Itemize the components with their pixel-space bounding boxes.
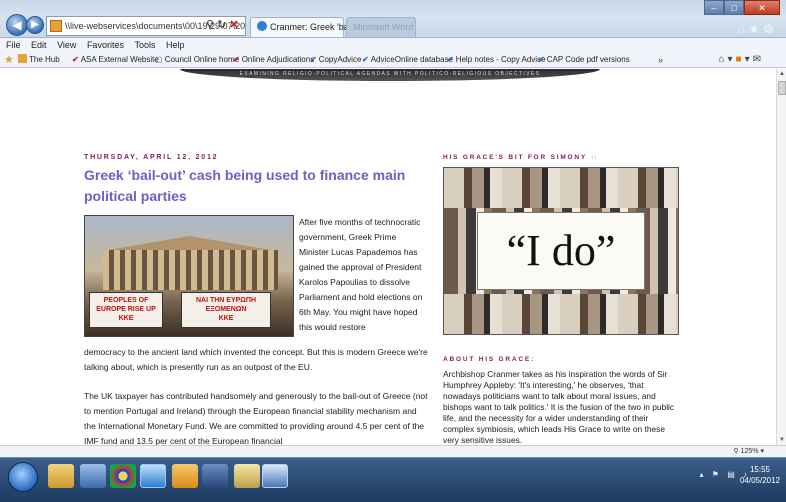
- zoom-icon: ⚲: [733, 448, 739, 455]
- protest-banner-left: PEOPLES OF EUROPE RISE UP KKE: [89, 292, 163, 328]
- fav-council-online[interactable]: ▢ Council Online home: [155, 52, 239, 67]
- post-date: THURSDAY, APRIL 12, 2012: [84, 154, 219, 161]
- minimize-button[interactable]: –: [704, 0, 724, 15]
- clock-time: 15:55: [749, 465, 770, 474]
- favorites-star-icon[interactable]: ★: [4, 53, 14, 67]
- acropolis-protest-photo: PEOPLES OF EUROPE RISE UP KKE ΝΑΙ ΤΗΝ ΕΥ…: [84, 215, 294, 337]
- clock-date: 04/05/2012: [739, 476, 780, 485]
- rss-icon[interactable]: ■: [736, 54, 745, 65]
- menu-file[interactable]: File: [6, 40, 21, 50]
- temple-columns: [103, 250, 278, 290]
- fav-copyadvice[interactable]: ✔ CopyAdvice: [310, 52, 361, 67]
- protest-banner-right: ΝΑΙ ΤΗΝ ΕΥΡΩΠΗ ΕΞΟΜΕΝΩΝ KKE: [181, 292, 271, 328]
- taskbar-clock[interactable]: 15:55 04/05/2012: [740, 464, 780, 486]
- sidebar-heading-simony: HIS GRACE'S BIT FOR SIMONY ↑↓: [443, 154, 598, 161]
- tab-microsoft-word[interactable]: Microsoft Word: [346, 17, 416, 37]
- tray-arrow-icon[interactable]: ▴: [700, 470, 707, 479]
- temple-roof: [108, 236, 271, 250]
- tick-icon: ✔: [538, 55, 545, 64]
- browser-titlebar: ◀ ▶ \\live-webservices\documents\00\19\2…: [0, 0, 786, 38]
- tick-icon: ✔: [362, 55, 369, 64]
- menu-favorites[interactable]: Favorites: [87, 40, 124, 50]
- wedding-collage-image[interactable]: “I do”: [443, 167, 679, 335]
- flag-icon[interactable]: ⚑: [712, 470, 722, 479]
- menu-view[interactable]: View: [57, 40, 76, 50]
- scroll-thumb[interactable]: [778, 81, 786, 95]
- tick-icon: ✔: [233, 55, 240, 64]
- page-icon: [50, 20, 62, 32]
- post-title[interactable]: Greek ‘bail-out’ cash being used to fina…: [84, 165, 424, 207]
- fav-asa-external[interactable]: ✔ ASA External Website: [72, 52, 159, 67]
- sort-arrows-icon[interactable]: ↑↓: [591, 154, 598, 161]
- network-icon[interactable]: ▤: [727, 470, 738, 479]
- chevron-right-icon[interactable]: »: [658, 52, 663, 67]
- scroll-down-icon[interactable]: ▼: [778, 435, 786, 445]
- hub-icon: [18, 54, 27, 63]
- fav-adviceonline-database[interactable]: ✔ AdviceOnline database: [362, 52, 453, 67]
- tick-icon: ✔: [72, 55, 79, 64]
- media-player-icon[interactable]: [80, 464, 106, 488]
- ie-icon: [257, 21, 267, 31]
- command-bar-icons: ⌂▾■▾✉: [718, 54, 764, 65]
- tab-label: Microsoft Word: [353, 22, 414, 32]
- chrome-icon[interactable]: [110, 464, 136, 488]
- explorer-icon[interactable]: [48, 464, 74, 488]
- browser-tool-icons: ⌂★⚙: [737, 22, 778, 36]
- menu-edit[interactable]: Edit: [31, 40, 47, 50]
- paw-app-icon[interactable]: [202, 464, 228, 488]
- blog-banner: EXAMINING RELIGIO-POLITICAL AGENDAS WITH…: [180, 69, 600, 81]
- maximize-button[interactable]: □: [724, 0, 744, 15]
- favorites-bar: ★ The Hub ✔ ASA External Website ▢ Counci…: [0, 52, 786, 68]
- address-tools: ⚲ ↻ ✕: [206, 18, 239, 31]
- close-button[interactable]: ✕: [744, 0, 780, 15]
- forward-button[interactable]: ▶: [26, 16, 44, 34]
- windows-taskbar: ▴ ⚑ ▤ ♪ 15:55 04/05/2012: [0, 457, 786, 502]
- stop-icon[interactable]: ✕: [229, 19, 238, 31]
- fav-help-notes[interactable]: ✔ Help notes - Copy Advice: [447, 52, 546, 67]
- about-his-grace-text: Archbishop Cranmer takes as his inspirat…: [443, 369, 675, 445]
- fav-cap-code[interactable]: ✔ CAP Code pdf versions: [538, 52, 630, 67]
- menu-help[interactable]: Help: [166, 40, 185, 50]
- post-paragraph-continued: democracy to the ancient land which inve…: [84, 347, 428, 372]
- scroll-up-icon[interactable]: ▲: [778, 69, 786, 79]
- ie-taskbar-icon[interactable]: [140, 464, 166, 488]
- notes-icon[interactable]: [234, 464, 260, 488]
- window-controls: – □ ✕: [704, 0, 780, 16]
- menu-tools[interactable]: Tools: [134, 40, 155, 50]
- post-paragraph-2: The UK taxpayer has contributed handsome…: [84, 391, 428, 445]
- word-icon[interactable]: [262, 464, 288, 488]
- home-icon[interactable]: ⌂: [718, 54, 727, 65]
- fav-online-adjudications[interactable]: ✔ Online Adjudications: [233, 52, 314, 67]
- page-icon: ▢: [155, 55, 163, 64]
- sidebar-heading-about: ABOUT HIS GRACE:: [443, 356, 535, 363]
- start-button[interactable]: [8, 462, 38, 492]
- tab-cranmer[interactable]: Cranmer: Greek 'bail... ×: [250, 17, 371, 37]
- tick-icon: ✔: [310, 55, 317, 64]
- zoom-level: 125%: [740, 448, 759, 455]
- gear-icon[interactable]: ⚙: [763, 22, 778, 36]
- collage-photos-top: [444, 168, 678, 208]
- vertical-scrollbar[interactable]: ▲ ▼: [776, 69, 786, 445]
- tick-icon: ✔: [447, 55, 454, 64]
- menu-bar: File Edit View Favorites Tools Help: [0, 38, 786, 52]
- folder-icon[interactable]: [172, 464, 198, 488]
- fav-the-hub[interactable]: The Hub: [18, 52, 60, 67]
- post-paragraph-wrapped: After five months of technocratic govern…: [299, 217, 423, 332]
- collage-photos-bottom: [444, 294, 678, 334]
- home-icon[interactable]: ⌂: [737, 22, 748, 36]
- favorites-star-icon[interactable]: ★: [748, 22, 763, 36]
- page-viewport: EXAMINING RELIGIO-POLITICAL AGENDAS WITH…: [0, 69, 776, 445]
- mail-icon[interactable]: ✉: [753, 54, 764, 65]
- refresh-icon[interactable]: ↻: [217, 19, 226, 31]
- i-do-card: “I do”: [477, 212, 645, 290]
- status-bar: ⚲ 125% ▾: [0, 445, 786, 457]
- search-icon[interactable]: ⚲: [206, 19, 214, 31]
- back-button[interactable]: ◀: [6, 14, 28, 36]
